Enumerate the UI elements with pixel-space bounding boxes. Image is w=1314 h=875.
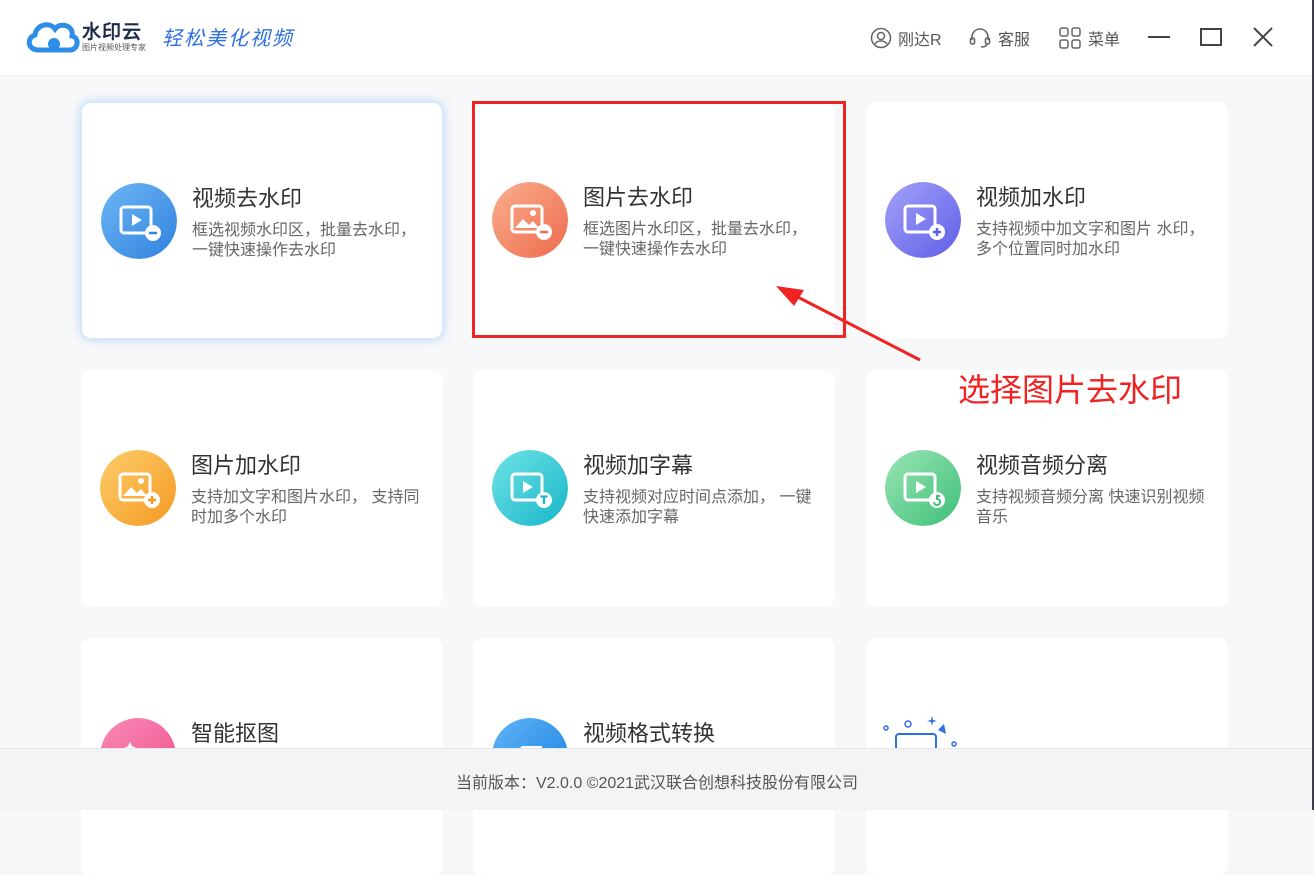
video-remove-icon	[101, 183, 177, 259]
card-title: 智能抠图	[191, 721, 280, 746]
card-title: 视频格式转换	[583, 721, 716, 746]
card-title: 视频音频分离	[976, 453, 1109, 478]
user-account[interactable]: 刚达R	[870, 24, 942, 52]
audio-separate-icon	[885, 450, 961, 526]
card-description: 框选图片水印区，批量去水印， 一键快速操作去水印	[583, 221, 808, 258]
card-title: 视频加字幕	[583, 453, 694, 478]
minimize-icon[interactable]	[1144, 22, 1174, 52]
menu-button[interactable]: 菜单	[1058, 24, 1120, 52]
service-label: 客服	[998, 32, 1031, 49]
card-title: 图片去水印	[583, 185, 694, 210]
brand-name: 水印云	[82, 22, 143, 43]
card-description: 支持加文字和图片水印， 支持同时加多个水印	[191, 489, 420, 526]
cloud-logo-icon	[26, 22, 80, 53]
video-subtitle-icon	[492, 450, 568, 526]
video-add-icon	[885, 182, 961, 258]
customer-service-button[interactable]: 客服	[968, 24, 1030, 52]
card-image-add-watermark[interactable]: 图片加水印 支持加文字和图片水印， 支持同时加多个水印	[81, 370, 443, 607]
brand-subtitle: 图片视频处理专家	[82, 43, 146, 52]
image-add-icon	[100, 450, 176, 526]
maximize-icon[interactable]	[1196, 22, 1226, 52]
user-icon	[870, 27, 892, 49]
annotation-arrow-icon	[776, 286, 921, 362]
card-description: 支持视频对应时间点添加， 一键快速添加字幕	[583, 489, 812, 526]
user-name: 刚达R	[898, 32, 942, 49]
card-title: 图片加水印	[191, 453, 302, 478]
card-description: 框选视频水印区，批量去水印， 一键快速操作去水印	[192, 222, 417, 259]
slogan: 轻松美化视频	[162, 26, 294, 50]
close-icon[interactable]	[1248, 22, 1278, 52]
version-text: 当前版本：V2.0.0 ©2021武汉联合创想科技股份有限公司	[455, 775, 859, 792]
card-description: 支持视频中加文字和图片 水印，多个位置同时加水印	[976, 221, 1205, 258]
menu-label: 菜单	[1088, 32, 1121, 49]
card-title: 视频加水印	[976, 185, 1087, 210]
card-description: 支持视频音频分离 快速识别视频音乐	[976, 489, 1205, 526]
card-video-subtitle[interactable]: 视频加字幕 支持视频对应时间点添加， 一键快速添加字幕	[473, 370, 835, 607]
grid-menu-icon	[1059, 27, 1081, 49]
annotation-label: 选择图片去水印	[958, 372, 1183, 408]
footer: 当前版本：V2.0.0 ©2021武汉联合创想科技股份有限公司	[0, 748, 1314, 810]
title-bar: 水印云 图片视频处理专家 轻松美化视频 刚达R 客服 菜单	[0, 0, 1314, 76]
card-title: 视频去水印	[192, 186, 303, 211]
headset-icon	[969, 28, 991, 48]
card-video-remove-watermark[interactable]: 视频去水印 框选视频水印区，批量去水印， 一键快速操作去水印	[81, 102, 443, 339]
image-remove-icon	[492, 182, 568, 258]
